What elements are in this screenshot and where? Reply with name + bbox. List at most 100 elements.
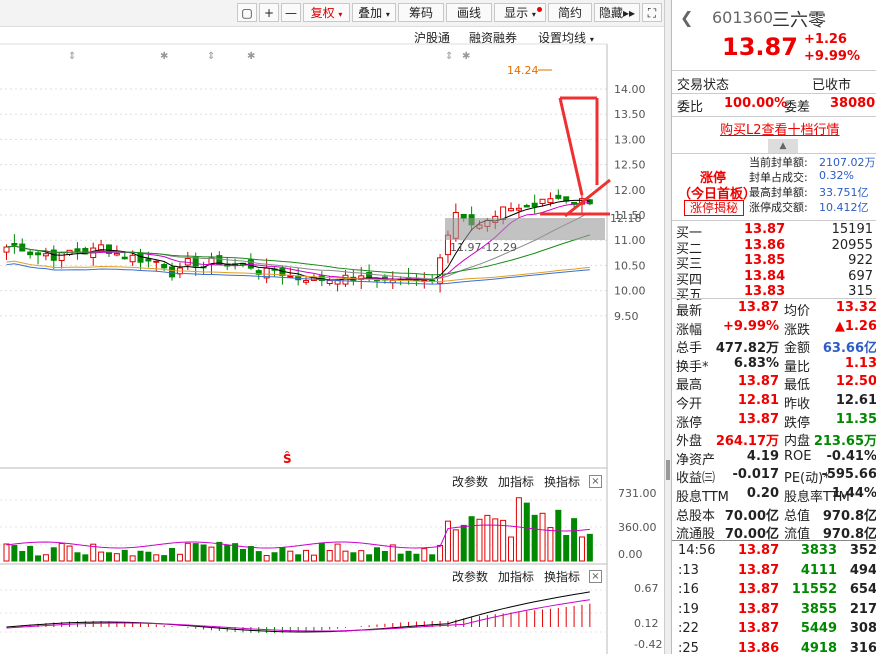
stat-value: +9.99% [723,319,779,334]
stat-label: 最高 [676,374,702,393]
volume-bar [288,551,293,561]
candle-body [524,205,529,206]
volume-bar [556,510,561,561]
annotation-stroke [560,98,582,195]
stat-value: 13.87 [738,300,779,315]
stat-value: 13.32 [836,300,876,315]
volume-bar [162,556,167,561]
stat-value: 6.83% [734,356,779,371]
stat-value: -0.41% [827,449,876,464]
volume-bar [114,554,119,561]
stat-value: 12.50 [836,374,876,389]
volume-bar [461,525,466,561]
macd-gaicanshu-link[interactable]: 改参数 [452,568,488,585]
tick-count: 494 [850,563,876,578]
seal-label: 最高封单额: [749,184,808,200]
candle-body [75,249,80,251]
macd-huanzhibiao-link[interactable]: 换指标 [544,568,580,585]
volume-bar [83,555,88,561]
volume-bar [367,555,372,561]
bid-price[interactable]: 13.86 [744,238,785,253]
candle-body [288,276,293,277]
volume-bar [36,556,41,561]
splitter-handle[interactable] [666,460,670,480]
volume-bar [438,545,443,561]
volume-bar [170,548,175,561]
volume-bar [280,548,285,561]
annotation-stroke [565,180,610,216]
volume-bar [240,549,245,561]
stat-label: 换手* [676,356,709,375]
divider [672,298,876,299]
stat-value: 12.81 [738,393,779,408]
gap-box [445,218,605,240]
collapse-up-icon[interactable]: ▲ [768,139,798,153]
volume-bar [351,553,356,561]
zt-detail-button[interactable]: 涨停揭秘 [684,200,744,216]
tick-count: 308 [850,621,876,636]
event-marker-icon: ⇕ [207,51,215,62]
bid-price[interactable]: 13.85 [744,253,785,268]
kline-chart[interactable]: 12.1811.97-12.2914.24⇕✱⇕✱⇕✱ 14.0013.5013… [0,0,664,654]
volume-bar [99,552,104,561]
tick-time: :16 [678,582,699,597]
volume-bar [406,551,411,561]
bid-volume: 922 [848,253,873,268]
vol-jiazhibiao-link[interactable]: 加指标 [498,473,534,490]
volume-bar [587,534,592,561]
vol-tick-label: 0.00 [618,548,643,561]
volume-bar [248,547,253,561]
volume-bar [51,548,56,561]
candle-body [461,214,466,218]
macd-jiazhibiao-link[interactable]: 加指标 [498,568,534,585]
stat-label: 涨幅 [676,319,702,338]
back-icon[interactable]: ❮ [680,8,693,27]
tick-time: 14:56 [678,543,715,558]
volume-bar [304,550,309,561]
volume-bar [122,550,127,561]
candle-body [43,254,48,256]
volume-bar [414,554,419,561]
candle-body [12,244,17,246]
bid-price[interactable]: 13.83 [744,284,785,299]
stat-value: 13.87 [738,412,779,427]
status-label: 交易状态 [677,74,729,93]
seal-value: 0.32% [819,169,854,182]
stat-value: 70.00亿 [725,505,779,524]
stat-label: 昨收 [784,393,810,412]
bid-price[interactable]: 13.87 [744,222,785,237]
volume-bar [146,552,151,561]
stat-value: 477.82万 [716,337,779,356]
volume-bar [422,549,427,561]
candle-body [532,203,537,206]
candle-body [548,199,553,203]
volume-bar [382,552,387,561]
y-tick-label: 12.00 [614,184,646,197]
l2-link[interactable]: 购买L2查看十档行情 [720,119,840,138]
macd-close-button[interactable]: × [589,570,602,583]
stock-name: 三六零 [772,6,826,32]
volume-bar [177,554,182,561]
y-tick-label: 11.00 [614,234,646,247]
divider [672,70,876,71]
volume-bar [59,543,64,561]
vol-gaicanshu-link[interactable]: 改参数 [452,473,488,490]
bid-price[interactable]: 13.84 [744,269,785,284]
stat-value: 12.61 [836,393,876,408]
vol-close-button[interactable]: × [589,475,602,488]
price-change: +1.26 [804,32,847,47]
bid-volume: 15191 [832,222,873,237]
volume-bar [296,555,301,561]
tick-volume: 11552 [792,582,837,597]
candle-body [367,272,372,277]
stat-label: 股息TTM [676,486,729,505]
weibi-label: 委比 [677,96,703,115]
candle-body [4,247,9,252]
stat-label: 总手 [676,337,702,356]
candle-body [130,255,135,261]
stat-value: 1.44% [832,486,876,501]
candle-body [438,258,443,283]
vol-tick-label: 731.00 [618,487,657,500]
stat-label: 收益㈢ [676,467,715,486]
vol-huanzhibiao-link[interactable]: 换指标 [544,473,580,490]
